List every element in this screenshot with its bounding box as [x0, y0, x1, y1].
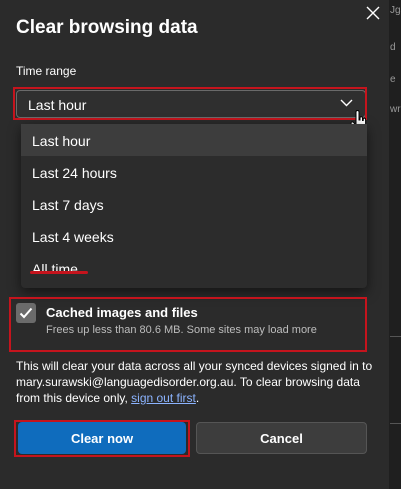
cached-images-option[interactable]: Cached images and files Frees up less th…	[12, 297, 367, 347]
dropdown-option-last-24-hours[interactable]: Last 24 hours	[21, 156, 367, 188]
dropdown-option-label: All time	[32, 261, 78, 277]
checkmark-icon	[19, 307, 33, 319]
cancel-button[interactable]: Cancel	[196, 422, 367, 454]
background-edge-text: Jgs	[390, 5, 401, 16]
dropdown-option-label: Last hour	[32, 133, 91, 149]
cached-images-label: Cached images and files	[46, 305, 198, 320]
annotation-underline-all-time	[30, 271, 88, 274]
chevron-down-icon	[340, 99, 353, 107]
time-range-dropdown: Last hour Last 24 hours Last 7 days Last…	[21, 124, 367, 288]
clear-now-button[interactable]: Clear now	[18, 422, 186, 454]
cached-images-description: Frees up less than 80.6 MB. Some sites m…	[46, 324, 317, 336]
background-edge-text: wr	[390, 104, 401, 115]
dropdown-option-last-7-days[interactable]: Last 7 days	[21, 188, 367, 220]
background-edge-text: d	[390, 42, 396, 53]
time-range-select[interactable]: Last hour	[16, 90, 366, 118]
cached-images-checkbox[interactable]	[16, 303, 36, 323]
dropdown-option-label: Last 24 hours	[32, 165, 117, 181]
background-edge-text: e	[390, 74, 396, 85]
sign-out-link[interactable]: sign out first	[131, 391, 196, 405]
close-icon	[366, 6, 380, 20]
background-divider	[390, 336, 401, 337]
dropdown-option-last-4-weeks[interactable]: Last 4 weeks	[21, 220, 367, 252]
dropdown-option-last-hour[interactable]: Last hour	[21, 124, 367, 156]
background-divider	[390, 423, 401, 424]
sync-info-end: .	[195, 391, 200, 405]
dropdown-option-label: Last 4 weeks	[32, 229, 114, 245]
time-range-label: Time range	[16, 64, 77, 78]
sync-info-text: This will clear your data across all you…	[16, 358, 376, 406]
dialog-title: Clear browsing data	[16, 17, 198, 38]
dropdown-option-label: Last 7 days	[32, 197, 104, 213]
dropdown-option-all-time[interactable]: All time	[21, 252, 367, 284]
close-button[interactable]	[362, 2, 384, 24]
time-range-value: Last hour	[28, 97, 87, 113]
